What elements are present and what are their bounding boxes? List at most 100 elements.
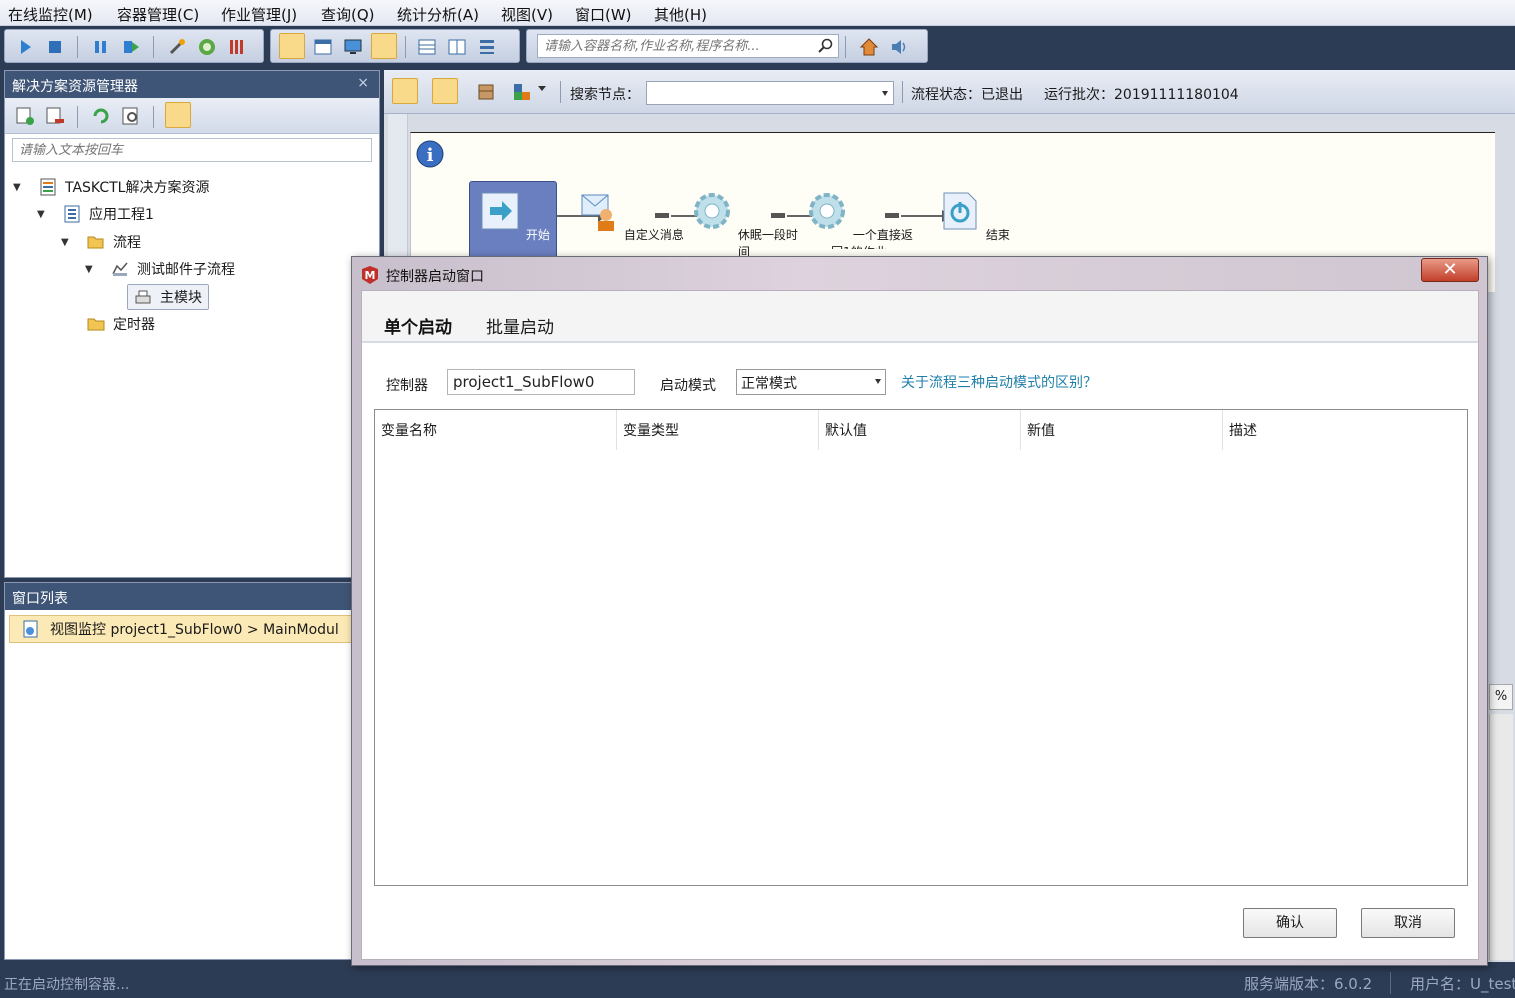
menu-query[interactable]: 查询(Q) <box>321 4 375 25</box>
list-view-icon[interactable] <box>279 33 305 59</box>
panel-icon[interactable] <box>313 37 333 57</box>
tree-node-subflow[interactable]: ▼ 测试邮件子流程 <box>85 257 235 281</box>
play-icon[interactable] <box>15 37 35 57</box>
archive-icon[interactable] <box>476 82 496 102</box>
solution-explorer-panel: 解决方案资源管理器 × ▼ TASKCTL解决方案资源 ▼ 应用工程1 ▼ 流程… <box>4 70 380 578</box>
mail-user-icon <box>581 194 615 231</box>
menu-view[interactable]: 视图(V) <box>501 4 553 25</box>
window-list-item[interactable]: 视图监控 project1_SubFlow0 > MainModul <box>9 615 353 643</box>
tree-node-label: 测试邮件子流程 <box>137 262 235 278</box>
controller-input[interactable] <box>447 369 635 395</box>
pause-icon[interactable] <box>91 37 111 57</box>
toolbar-separator <box>77 106 78 128</box>
tree-layout-icon[interactable] <box>477 37 497 57</box>
main-toolbar <box>0 26 1515 68</box>
monitor-icon[interactable] <box>343 37 363 57</box>
home-icon[interactable] <box>859 37 879 57</box>
confirm-button[interactable]: 确认 <box>1243 908 1337 938</box>
preview-icon[interactable] <box>121 106 141 126</box>
menu-online-monitor[interactable]: 在线监控(M) <box>8 4 93 25</box>
folder-icon <box>87 318 105 331</box>
variables-table: 变量名称 变量类型 默认值 新值 描述 <box>374 409 1468 886</box>
flow-node-label: 自定义消息 <box>623 228 684 242</box>
sound-icon[interactable] <box>889 37 909 57</box>
expand-arrow-icon[interactable]: ▼ <box>37 209 49 220</box>
flow-node-return-1[interactable]: 一个直接返回1的作业 <box>804 189 914 249</box>
comment-icon[interactable] <box>165 102 191 128</box>
column-header-description[interactable]: 描述 <box>1223 410 1467 450</box>
flow-edge-marker <box>771 213 785 218</box>
column-header-var-name[interactable]: 变量名称 <box>375 410 617 450</box>
tree-node-project[interactable]: ▼ 应用工程1 <box>37 202 154 226</box>
dialog-title: 控制器启动窗口 <box>386 269 484 285</box>
chevron-down-icon[interactable] <box>875 379 881 384</box>
flow-node-start[interactable]: 开始 <box>459 189 569 243</box>
tree-node-label: 应用工程1 <box>89 207 154 223</box>
start-mode-select[interactable]: 正常模式 <box>736 369 886 395</box>
tree-node-flows[interactable]: ▼ 流程 <box>61 230 141 254</box>
remove-icon[interactable] <box>45 106 65 126</box>
flow-node-label: 休眠一段时间 <box>737 228 798 259</box>
cancel-button[interactable]: 取消 <box>1361 908 1455 938</box>
column-header-new-value[interactable]: 新值 <box>1021 410 1223 450</box>
resume-icon[interactable] <box>121 37 141 57</box>
expand-arrow-icon[interactable]: ▼ <box>13 182 25 193</box>
flow-node-end[interactable]: 结束 <box>919 189 1029 243</box>
grid-icon[interactable] <box>417 37 437 57</box>
toolbar-separator <box>153 106 154 128</box>
menu-other[interactable]: 其他(H) <box>654 4 707 25</box>
gear-icon <box>809 193 846 229</box>
tab-batch-start[interactable]: 批量启动 <box>486 313 554 338</box>
window-list-title: 窗口列表 <box>5 583 353 610</box>
flow-status: 流程状态：已退出 <box>911 87 1023 103</box>
zoom-percent-fragment[interactable]: % <box>1489 684 1513 710</box>
target-icon[interactable] <box>197 37 217 57</box>
chevron-down-icon[interactable] <box>882 91 888 96</box>
comment-icon[interactable] <box>432 78 458 104</box>
vertical-scrollbar[interactable] <box>1489 714 1513 960</box>
menu-job-mgmt[interactable]: 作业管理(J) <box>221 4 297 25</box>
column-header-default[interactable]: 默认值 <box>819 410 1021 450</box>
refresh-icon[interactable] <box>91 106 111 126</box>
column-header-var-type[interactable]: 变量类型 <box>617 410 819 450</box>
tree-node-solution[interactable]: ▼ TASKCTL解决方案资源 <box>13 175 209 199</box>
tree-node-timer[interactable]: 定时器 <box>87 312 155 336</box>
tree-node-label: 定时器 <box>113 317 155 333</box>
explorer-toolbar <box>5 98 379 134</box>
menu-container-mgmt[interactable]: 容器管理(C) <box>117 4 199 25</box>
window-list-item-label: 视图监控 project1_SubFlow0 > MainModul <box>50 622 339 638</box>
layout-icon[interactable] <box>512 82 532 102</box>
tree-node-label: 主模块 <box>160 290 202 306</box>
run-batch: 运行批次：20191111180104 <box>1044 87 1239 103</box>
module-icon <box>135 290 151 304</box>
global-search-input[interactable] <box>538 35 808 57</box>
menu-window[interactable]: 窗口(W) <box>575 4 632 25</box>
search-node-select[interactable] <box>646 81 894 105</box>
tree-filter-input[interactable] <box>12 138 372 162</box>
server-version: 服务端版本：6.0.2 <box>1244 975 1373 993</box>
search-icon[interactable] <box>817 38 833 54</box>
toolbar-separator <box>405 36 406 58</box>
flow-node-sleep[interactable]: 休眠一段时间 <box>689 189 799 260</box>
expand-arrow-icon[interactable]: ▼ <box>61 237 73 248</box>
info-icon[interactable]: i <box>415 139 445 169</box>
menu-stats[interactable]: 统计分析(A) <box>397 4 479 25</box>
wand-icon[interactable] <box>167 37 187 57</box>
chevron-down-icon[interactable] <box>538 86 546 91</box>
detail-view-icon[interactable] <box>371 33 397 59</box>
close-button[interactable]: ✕ <box>1421 258 1479 282</box>
bars-icon[interactable] <box>227 37 247 57</box>
start-mode-help-link[interactable]: 关于流程三种启动模式的区别？ <box>901 372 1097 392</box>
expand-arrow-icon[interactable]: ▼ <box>85 264 97 275</box>
tab-single-start[interactable]: 单个启动 <box>384 313 452 338</box>
start-icon <box>481 192 519 230</box>
overview-icon[interactable] <box>392 78 418 104</box>
tree-node-main-module[interactable]: 主模块 <box>127 284 209 310</box>
columns-icon[interactable] <box>447 37 467 57</box>
close-icon[interactable]: × <box>357 75 369 91</box>
stop-icon[interactable] <box>45 37 65 57</box>
status-bar: 正在启动控制容器... 服务端版本：6.0.2 用户名：U_test <box>0 966 1515 998</box>
add-icon[interactable] <box>15 106 35 126</box>
controller-label: 控制器 <box>386 378 428 394</box>
solution-icon <box>40 178 56 196</box>
